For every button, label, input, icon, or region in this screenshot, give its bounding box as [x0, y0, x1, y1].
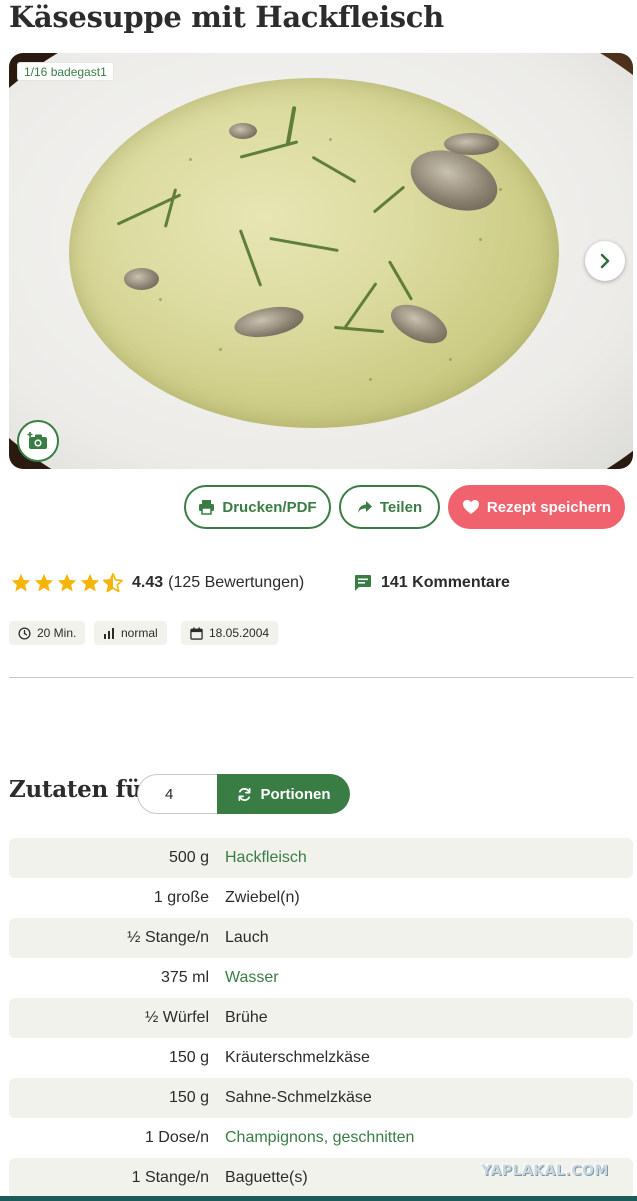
chevron-right-icon [600, 253, 610, 269]
share-label: Teilen [379, 498, 423, 516]
recipe-title: Käsesuppe mit Hackfleisch [9, 0, 444, 34]
ingredient-name: Zwiebel(n) [225, 889, 300, 906]
star-half-icon [103, 573, 123, 593]
share-button[interactable]: Teilen [339, 485, 440, 529]
star-full-icon [11, 573, 31, 592]
ingredient-row: ½ Stange/n Lauch [9, 918, 633, 958]
ingredient-row: ½ Würfel Brühe [9, 998, 633, 1038]
ingredients-table: 500 g Hackfleisch 1 große Zwiebel(n) ½ S… [9, 838, 633, 1198]
ingredient-name: Kräuterschmelzkäse [225, 1049, 370, 1066]
ingredient-amount: 500 g [168, 849, 209, 866]
ingredient-amount: 1 Dose/n [144, 1129, 209, 1146]
site-watermark: YAPLAKAL.COM [481, 1163, 609, 1179]
printer-icon [199, 500, 215, 515]
star-rating [10, 572, 124, 594]
save-recipe-button[interactable]: Rezept speichern [448, 485, 625, 529]
soup-image-part [69, 78, 559, 428]
next-photo-button[interactable] [585, 241, 625, 281]
date-chip: 18.05.2004 [181, 621, 279, 645]
ingredient-amount: ½ Stange/n [127, 929, 209, 946]
ingredient-row: 1 Dose/n Champignons, geschnitten [9, 1118, 633, 1158]
ingredients-heading: Zutaten für [9, 776, 154, 803]
section-divider [9, 677, 633, 678]
camera-plus-icon [27, 432, 47, 449]
publish-date: 18.05.2004 [209, 626, 270, 640]
comment-icon [355, 575, 371, 591]
ingredient-row: 150 g Kräuterschmelzkäse [9, 1038, 633, 1078]
portions-button-label: Portionen [260, 785, 331, 803]
bottom-bar [0, 1196, 637, 1201]
difficulty: normal [121, 626, 158, 640]
ingredient-amount: ½ Würfel [144, 1009, 209, 1026]
portions-update-button[interactable]: Portionen [217, 774, 350, 814]
star-full-icon [80, 573, 100, 592]
rating-count: (125 Bewertungen) [168, 574, 305, 591]
ingredient-amount: 1 Stange/n [131, 1169, 209, 1186]
ingredient-row: 1 große Zwiebel(n) [9, 878, 633, 918]
rating-summary[interactable]: 4.43 (125 Bewertungen) [10, 570, 304, 596]
ingredient-row: 150 g Sahne-Schmelzkäse [9, 1078, 633, 1118]
print-pdf-label: Drucken/PDF [222, 498, 317, 516]
ingredient-name: Lauch [225, 929, 269, 946]
add-photo-button[interactable] [17, 420, 59, 462]
photo-counter-badge: 1/16 badegast1 [17, 62, 114, 81]
ingredient-amount: 1 große [153, 889, 209, 906]
calendar-icon [190, 626, 203, 640]
heart-icon [462, 500, 479, 514]
ingredient-name-link[interactable]: Champignons, geschnitten [225, 1129, 414, 1147]
comments-link[interactable]: 141 Kommentare [354, 570, 510, 596]
star-full-icon [57, 573, 77, 592]
difficulty-bars-icon [104, 627, 114, 639]
recipe-photo[interactable] [9, 53, 633, 469]
prep-time-chip: 20 Min. [9, 621, 86, 645]
prep-time: 20 Min. [37, 626, 77, 640]
comments-count: 141 Kommentare [381, 574, 510, 591]
ingredient-name-link[interactable]: Hackfleisch [225, 849, 307, 867]
save-recipe-label: Rezept speichern [486, 498, 612, 516]
refresh-icon [238, 787, 250, 801]
share-arrow-icon [357, 501, 372, 513]
ingredient-name: Brühe [225, 1009, 268, 1026]
ingredient-name: Baguette(s) [225, 1169, 308, 1186]
clock-icon [18, 626, 31, 640]
ingredient-name-link[interactable]: Wasser [225, 969, 279, 987]
rating-value: 4.43 [132, 574, 164, 591]
portions-input[interactable]: 4 [137, 774, 219, 814]
ingredient-row: 375 ml Wasser [9, 958, 633, 998]
ingredient-amount: 150 g [168, 1089, 209, 1106]
difficulty-chip: normal [94, 621, 167, 645]
print-pdf-button[interactable]: Drucken/PDF [184, 485, 331, 529]
ingredient-amount: 150 g [168, 1049, 209, 1066]
star-full-icon [34, 573, 54, 592]
ingredient-name: Sahne-Schmelzkäse [225, 1089, 372, 1106]
ingredient-row: 500 g Hackfleisch [9, 838, 633, 878]
ingredient-amount: 375 ml [160, 969, 209, 986]
